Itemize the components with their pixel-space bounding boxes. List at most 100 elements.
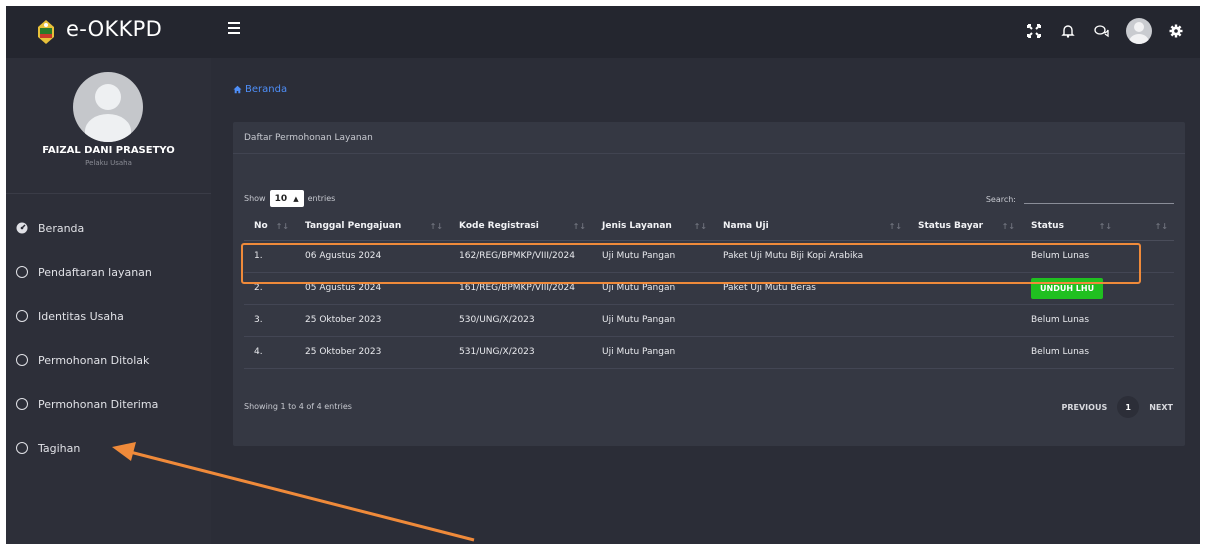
sidebar-item-label: Beranda — [38, 221, 85, 235]
column-header-nama[interactable]: Nama Uji ↑↓ — [713, 213, 908, 241]
column-header-action[interactable]: ↑↓ — [1118, 213, 1174, 241]
table-search: Search: — [986, 190, 1174, 204]
menu-toggle-button[interactable] — [228, 22, 244, 40]
previous-button[interactable]: PREVIOUS — [1061, 403, 1107, 412]
cell-jenis: Uji Mutu Pangan — [592, 272, 713, 305]
show-label: Show — [244, 194, 266, 203]
user-avatar-icon[interactable] — [1126, 18, 1152, 44]
top-bar: e-OKKPD — [6, 6, 1200, 58]
brand-name: e-OKKPD — [66, 17, 163, 41]
sidebar-item-beranda[interactable]: Beranda — [6, 206, 211, 250]
cell-jenis: Uji Mutu Pangan — [592, 336, 713, 369]
cell-action — [1118, 304, 1174, 337]
cell-kode: 162/REG/BPMKP/VIII/2024 — [449, 240, 592, 273]
table-row: 2. 05 Agustus 2024 161/REG/BPMKP/VIII/20… — [244, 272, 1174, 305]
sort-icon: ↑↓ — [275, 222, 289, 231]
cell-action — [1118, 336, 1174, 369]
sidebar-item-pendaftaran-layanan[interactable]: Pendaftaran layanan — [6, 250, 211, 294]
column-header-status[interactable]: Status ↑↓ — [1021, 213, 1118, 241]
sidebar-item-label: Permohonan Ditolak — [38, 353, 150, 367]
sort-icon: ↑↓ — [1001, 222, 1015, 231]
cell-status: Belum Lunas — [1021, 304, 1118, 337]
table-row: 1. 06 Agustus 2024 162/REG/BPMKP/VIII/20… — [244, 240, 1174, 273]
sidebar-nav: Beranda Pendaftaran layanan Identitas Us… — [6, 206, 211, 470]
table-row: 4. 25 Oktober 2023 531/UNG/X/2023 Uji Mu… — [244, 336, 1174, 369]
page-1-button[interactable]: 1 — [1117, 396, 1140, 418]
sidebar-item-label: Permohonan Diterima — [38, 397, 159, 411]
cell-no: 3. — [244, 304, 295, 337]
sidebar-item-label: Pendaftaran layanan — [38, 265, 152, 279]
chat-icon[interactable] — [1092, 21, 1112, 41]
search-input[interactable] — [1024, 190, 1174, 204]
column-header-kode[interactable]: Kode Registrasi ↑↓ — [449, 213, 592, 241]
avatar — [73, 72, 143, 142]
table-row: 3. 25 Oktober 2023 530/UNG/X/2023 Uji Mu… — [244, 304, 1174, 337]
brand[interactable]: e-OKKPD — [6, 6, 211, 58]
sidebar-item-identitas-usaha[interactable]: Identitas Usaha — [6, 294, 211, 338]
requests-card: Daftar Permohonan Layanan Show 10 ▲︎ ent… — [233, 122, 1185, 446]
breadcrumb-label: Beranda — [245, 84, 288, 95]
sort-icon: ↑↓ — [888, 222, 902, 231]
cell-no: 2. — [244, 272, 295, 305]
fullscreen-icon[interactable] — [1024, 21, 1044, 41]
app-window: e-OKKPD FAIZAL DANI PRASETYO Pelaku Usah… — [6, 6, 1200, 544]
cell-status: UNDUH LHU — [1021, 272, 1118, 305]
logo-icon — [38, 20, 54, 44]
entries-length: Show 10 ▲︎ entries — [244, 190, 335, 207]
cell-kode: 531/UNG/X/2023 — [449, 336, 592, 369]
sidebar-item-label: Identitas Usaha — [38, 309, 124, 323]
unduh-lhu-button[interactable]: UNDUH LHU — [1031, 277, 1104, 299]
pagination: PREVIOUS 1 NEXT — [1061, 396, 1173, 418]
column-header-tanggal[interactable]: Tanggal Pengajuan ↑↓ — [295, 213, 449, 241]
gear-icon[interactable] — [1166, 21, 1186, 41]
circle-icon — [16, 398, 28, 410]
cell-kode: 161/REG/BPMKP/VIII/2024 — [449, 272, 592, 305]
circle-icon — [16, 442, 28, 454]
entries-label: entries — [307, 194, 336, 203]
circle-icon — [16, 266, 28, 278]
cell-jenis: Uji Mutu Pangan — [592, 240, 713, 273]
cell-nama: Paket Uji Mutu Beras — [713, 272, 908, 305]
table-controls: Show 10 ▲︎ entries Search: — [244, 188, 1174, 208]
cell-status: Belum Lunas — [1021, 336, 1118, 369]
column-header-no[interactable]: No ↑↓ — [244, 213, 295, 241]
dashboard-icon — [16, 222, 28, 234]
sidebar-item-permohonan-ditolak[interactable]: Permohonan Ditolak — [6, 338, 211, 382]
cell-no: 1. — [244, 240, 295, 273]
card-title: Daftar Permohonan Layanan — [233, 122, 1185, 154]
cell-nama — [713, 336, 908, 369]
cell-action — [1118, 272, 1174, 305]
sidebar-item-tagihan[interactable]: Tagihan — [6, 426, 211, 470]
circle-icon — [16, 310, 28, 322]
cell-bayar — [908, 304, 1021, 337]
entries-length-select[interactable]: 10 ▲︎ — [269, 190, 304, 207]
cell-bayar — [908, 272, 1021, 305]
circle-icon — [16, 354, 28, 366]
profile-role: Pelaku Usaha — [85, 159, 132, 167]
column-header-status-bayar[interactable]: Status Bayar ↑↓ — [908, 213, 1021, 241]
sort-icon: ↑↓ — [1098, 222, 1112, 231]
cell-jenis: Uji Mutu Pangan — [592, 304, 713, 337]
sort-icon: ↑↓ — [572, 222, 586, 231]
top-actions — [1024, 18, 1186, 44]
breadcrumb[interactable]: Beranda — [233, 84, 287, 95]
table-info: Showing 1 to 4 of 4 entries — [244, 402, 352, 411]
sidebar-item-label: Tagihan — [38, 441, 81, 455]
entries-length-value: 10 — [274, 193, 288, 204]
bell-icon[interactable] — [1058, 21, 1078, 41]
sort-icon: ↑↓ — [693, 222, 707, 231]
sort-icon: ↑↓ — [429, 222, 443, 231]
cell-nama — [713, 304, 908, 337]
updown-icon: ▲︎ — [293, 194, 299, 203]
cell-bayar — [908, 240, 1021, 273]
sidebar-item-permohonan-diterima[interactable]: Permohonan Diterima — [6, 382, 211, 426]
home-icon — [233, 85, 242, 94]
cell-tanggal: 06 Agustus 2024 — [295, 240, 449, 273]
cell-nama: Paket Uji Mutu Biji Kopi Arabika — [713, 240, 908, 273]
table-header-row: No ↑↓ Tanggal Pengajuan ↑↓ Kode Registrasi… — [244, 213, 1174, 241]
search-label: Search: — [985, 195, 1016, 204]
next-button[interactable]: NEXT — [1149, 403, 1173, 412]
user-profile: FAIZAL DANI PRASETYO Pelaku Usaha — [6, 58, 211, 194]
column-header-jenis[interactable]: Jenis Layanan ↑↓ — [592, 213, 713, 241]
profile-name: FAIZAL DANI PRASETYO — [42, 145, 175, 156]
